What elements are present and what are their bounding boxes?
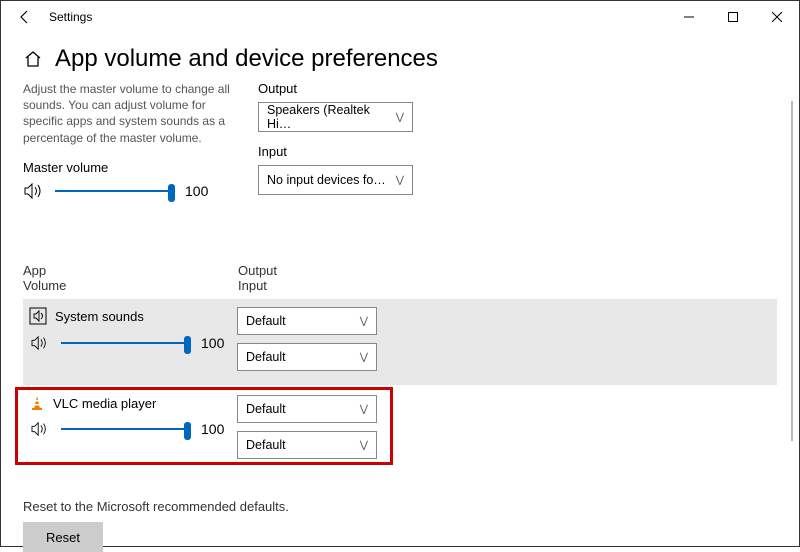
app-name: VLC media player (53, 396, 156, 411)
master-volume-label: Master volume (23, 160, 238, 175)
app-input-dropdown[interactable]: Default ⋁ (237, 431, 377, 459)
window-controls (667, 2, 799, 32)
reset-description: Reset to the Microsoft recommended defau… (23, 499, 777, 514)
vlc-cone-icon (29, 395, 45, 411)
chevron-down-icon: ⋁ (396, 112, 404, 123)
app-volume-value: 100 (201, 335, 224, 351)
app-name: System sounds (55, 309, 144, 324)
input-device-value: No input devices fo… (267, 173, 386, 187)
app-volume-slider[interactable] (61, 419, 191, 439)
app-volume-value: 100 (201, 421, 224, 437)
master-volume-value: 100 (185, 183, 208, 199)
page-description: Adjust the master volume to change all s… (23, 81, 238, 146)
close-button[interactable] (755, 2, 799, 32)
window-title: Settings (49, 10, 92, 24)
output-device-dropdown[interactable]: Speakers (Realtek Hi… ⋁ (258, 102, 413, 132)
app-output-dropdown[interactable]: Default ⋁ (237, 395, 377, 423)
app-row-system-sounds: System sounds 100 Default ⋁ (23, 299, 777, 385)
reset-button[interactable]: Reset (23, 522, 103, 552)
output-device-value: Speakers (Realtek Hi… (267, 103, 396, 131)
page-title: App volume and device preferences (55, 45, 438, 73)
app-output-dropdown[interactable]: Default ⋁ (237, 307, 377, 335)
app-input-dropdown[interactable]: Default ⋁ (237, 343, 377, 371)
system-sounds-icon (29, 307, 47, 325)
minimize-button[interactable] (667, 2, 711, 32)
input-device-dropdown[interactable]: No input devices fo… ⋁ (258, 165, 413, 195)
column-header-output-input: OutputInput (238, 263, 277, 293)
home-icon (23, 49, 43, 69)
app-row-vlc: VLC media player 100 Default (23, 387, 777, 473)
chevron-down-icon: ⋁ (396, 175, 404, 186)
chevron-down-icon: ⋁ (360, 440, 368, 451)
chevron-down-icon: ⋁ (360, 316, 368, 327)
chevron-down-icon: ⋁ (360, 352, 368, 363)
scrollbar[interactable] (791, 101, 793, 441)
maximize-button[interactable] (711, 2, 755, 32)
speaker-icon[interactable] (29, 335, 51, 351)
input-label: Input (258, 144, 413, 159)
speaker-icon[interactable] (29, 421, 51, 437)
app-volume-slider[interactable] (61, 333, 191, 353)
chevron-down-icon: ⋁ (360, 404, 368, 415)
back-button[interactable] (11, 3, 39, 31)
titlebar: Settings (1, 1, 799, 33)
output-label: Output (258, 81, 413, 96)
master-volume-slider[interactable] (55, 181, 175, 201)
column-header-app-volume: AppVolume (23, 263, 238, 293)
speaker-icon[interactable] (23, 182, 45, 200)
